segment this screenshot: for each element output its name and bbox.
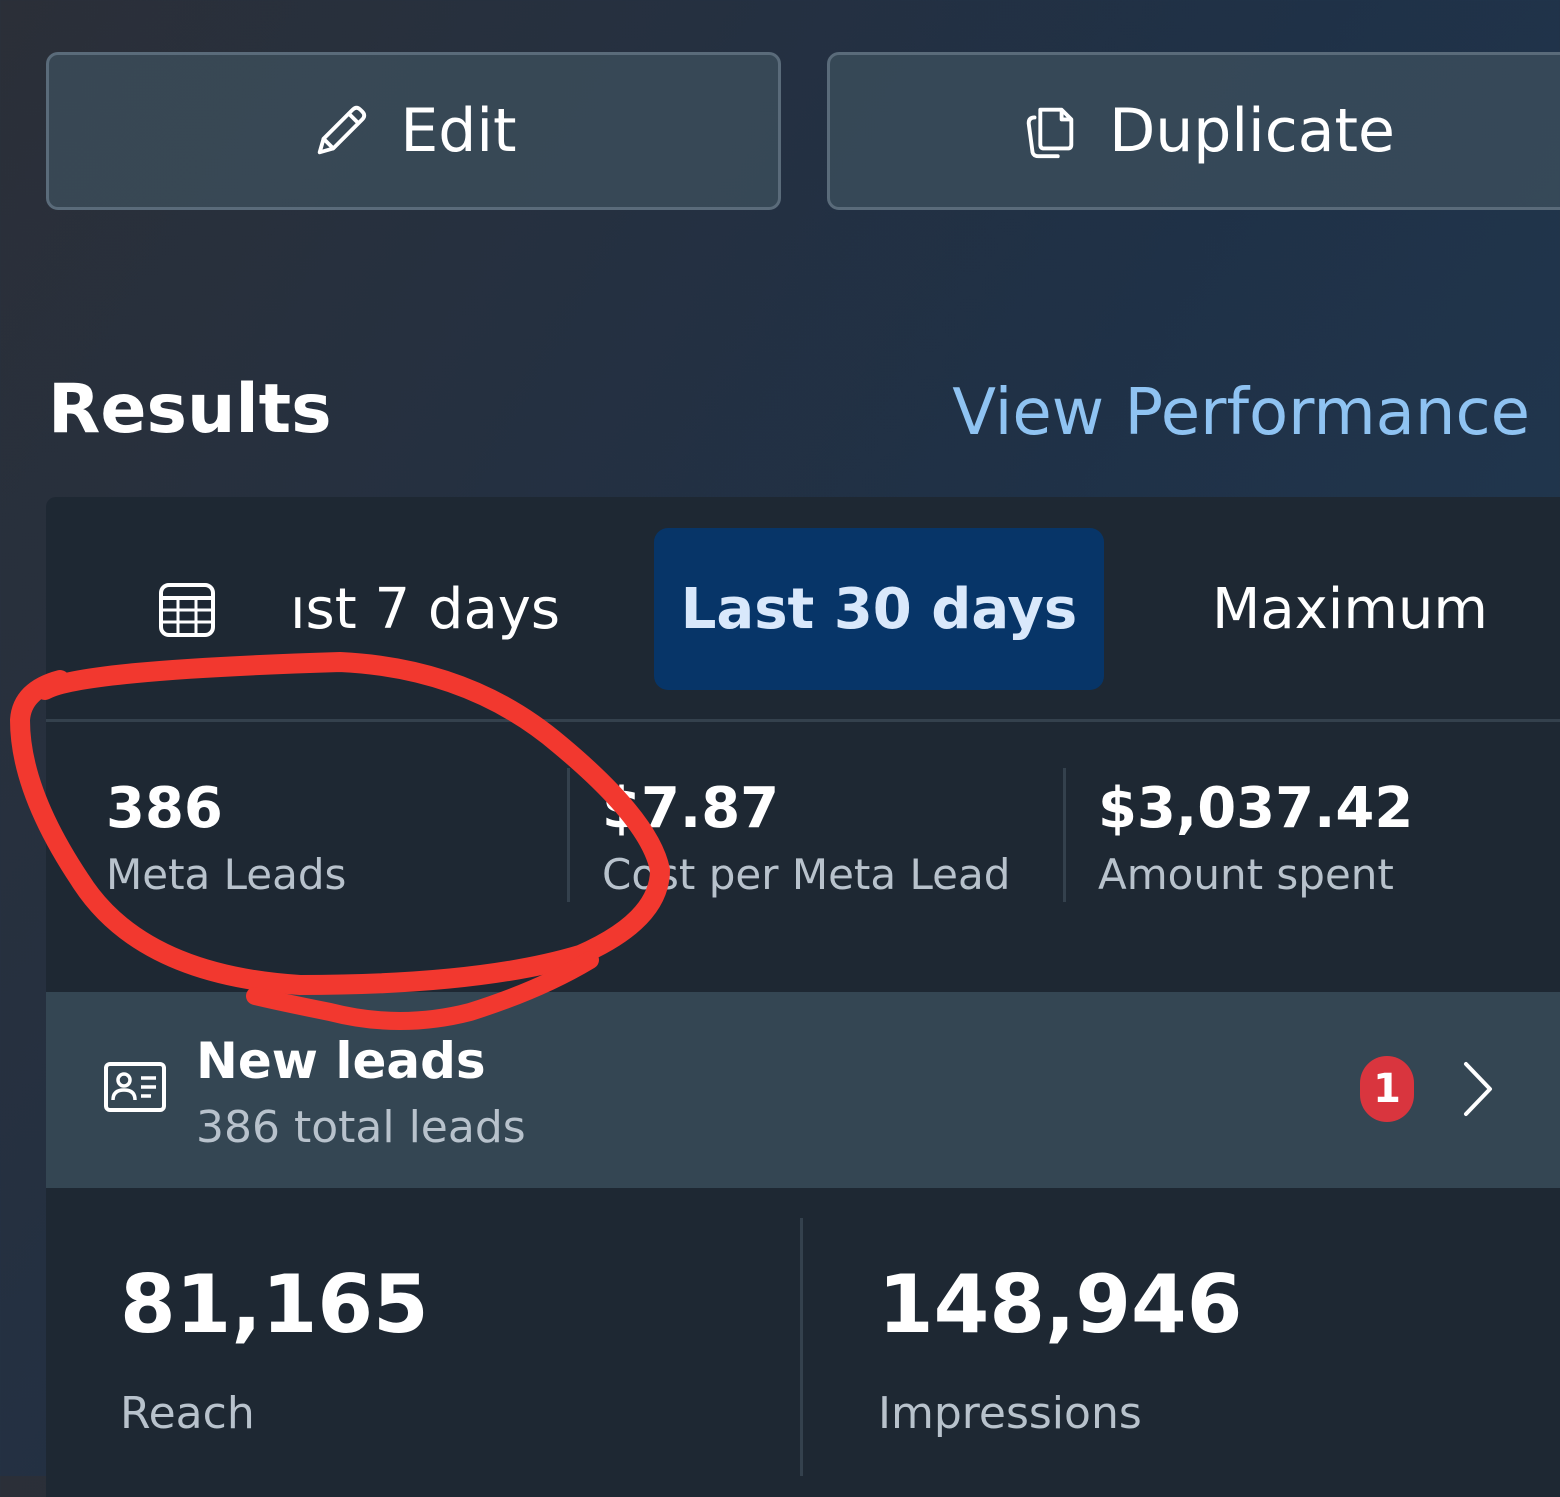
metric-divider <box>1063 768 1066 902</box>
metric-divider <box>567 768 570 902</box>
tab-last-30-days[interactable]: Last 30 days <box>654 528 1104 690</box>
amount-spent-label: Amount spent <box>1098 850 1394 899</box>
new-leads-row[interactable] <box>46 992 1560 1188</box>
tab-last-30-days-label: Last 30 days <box>680 576 1078 642</box>
amount-spent-value: $3,037.42 <box>1098 776 1414 841</box>
tabs-divider <box>46 719 1560 722</box>
new-leads-subtitle: 386 total leads <box>196 1102 526 1153</box>
edit-button-label: Edit <box>400 96 517 166</box>
contact-card-icon <box>104 1062 166 1112</box>
impressions-label: Impressions <box>878 1388 1142 1439</box>
cost-per-lead-label: Cost per Meta Lead <box>602 850 1011 899</box>
tab-maximum-label: Maximum <box>1212 576 1488 642</box>
tab-last-7-days[interactable]: ıst 7 days <box>290 528 570 690</box>
view-performance-link[interactable]: View Performance <box>952 376 1530 450</box>
cost-per-lead-value: $7.87 <box>602 776 780 841</box>
chevron-right-icon[interactable] <box>1458 1060 1498 1118</box>
copy-icon <box>1026 107 1074 159</box>
duplicate-button[interactable]: Duplicate <box>827 52 1560 210</box>
stats-divider <box>800 1218 803 1476</box>
new-leads-title: New leads <box>196 1032 486 1090</box>
edit-button[interactable]: Edit <box>46 52 781 210</box>
reach-label: Reach <box>120 1388 255 1439</box>
results-title: Results <box>48 370 332 449</box>
notification-badge: 1 <box>1360 1056 1414 1122</box>
reach-value: 81,165 <box>120 1258 429 1351</box>
impressions-value: 148,946 <box>878 1258 1243 1351</box>
pencil-icon <box>318 105 367 155</box>
tab-last-7-days-label: ıst 7 days <box>290 576 561 642</box>
tab-maximum[interactable]: Maximum <box>1180 528 1520 690</box>
meta-leads-label: Meta Leads <box>106 850 347 899</box>
duplicate-button-label: Duplicate <box>1109 96 1395 166</box>
meta-leads-value: 386 <box>106 776 223 841</box>
calendar-icon[interactable] <box>158 580 216 638</box>
